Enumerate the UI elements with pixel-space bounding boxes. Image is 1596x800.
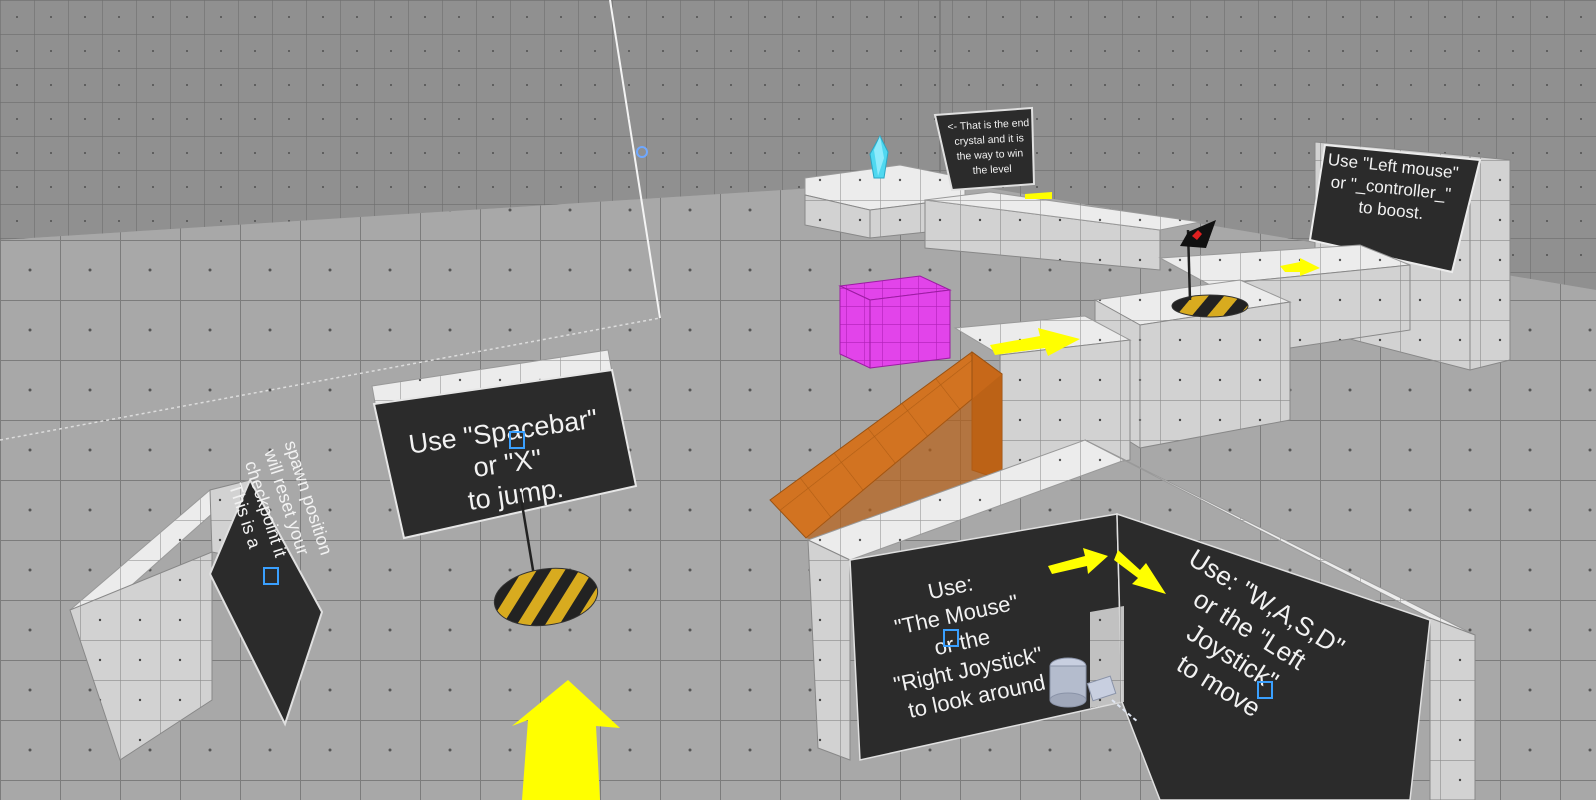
checkpoint-pad[interactable] [1171,294,1249,318]
crystal-sign-line-4: the level [972,163,1012,177]
game-viewport[interactable]: <- That is the end crystal and it is the… [0,0,1596,800]
sign-end-crystal: <- That is the end crystal and it is the… [933,106,1036,192]
magenta-cube[interactable] [838,275,952,369]
